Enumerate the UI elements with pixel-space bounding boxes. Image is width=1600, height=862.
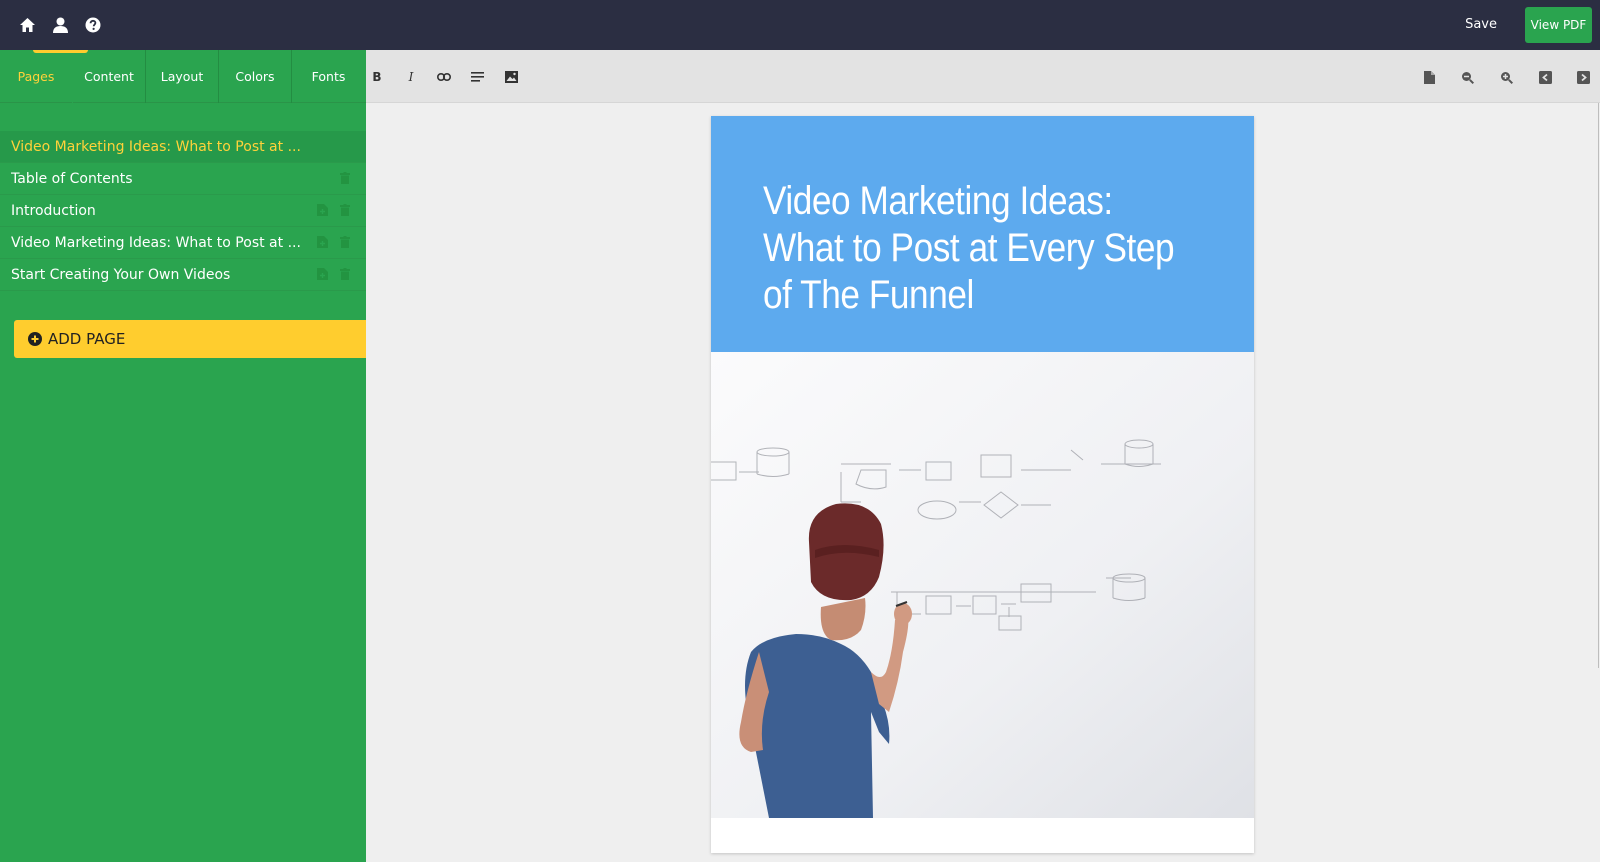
scrollbar[interactable] <box>1598 103 1599 668</box>
cover-title[interactable]: Video Marketing Ideas: What to Post at E… <box>763 178 1203 319</box>
trash-icon[interactable] <box>338 235 352 249</box>
page-list-item[interactable]: Table of Contents <box>0 163 366 195</box>
cover-image[interactable] <box>711 352 1254 818</box>
page-list-item-label: Video Marketing Ideas: What to Post at .… <box>11 138 301 155</box>
italic-button[interactable]: I <box>402 68 420 86</box>
page-list-item-label: Table of Contents <box>11 170 133 187</box>
trash-icon[interactable] <box>338 203 352 217</box>
page-list-item-label: Start Creating Your Own Videos <box>11 266 231 283</box>
sidebar: Pages Content Layout Colors Fonts Video … <box>0 50 366 862</box>
help-icon[interactable] <box>83 15 103 35</box>
sidebar-tabs: Pages Content Layout Colors Fonts <box>0 50 366 103</box>
top-bar: Save View PDF <box>0 0 1600 50</box>
save-button[interactable]: Save <box>1465 17 1497 32</box>
align-icon[interactable] <box>468 68 486 86</box>
page-list-item[interactable]: Introduction <box>0 195 366 227</box>
page-list-item[interactable]: Video Marketing Ideas: What to Post at .… <box>0 227 366 259</box>
cover-title-line: of The Funnel <box>763 273 974 317</box>
prev-page-icon[interactable] <box>1536 68 1554 86</box>
zoom-out-icon[interactable] <box>1458 68 1476 86</box>
plus-circle-icon <box>28 332 42 346</box>
add-page-button[interactable]: ADD PAGE <box>14 320 366 358</box>
trash-icon[interactable] <box>338 171 352 185</box>
cover-title-line: What to Post at Every Step <box>763 226 1175 270</box>
view-pdf-button[interactable]: View PDF <box>1525 7 1592 43</box>
page-list-item[interactable]: Start Creating Your Own Videos <box>0 259 366 291</box>
next-page-icon[interactable] <box>1574 68 1592 86</box>
home-icon[interactable] <box>17 15 37 35</box>
tab-layout[interactable]: Layout <box>146 50 219 103</box>
image-icon[interactable] <box>502 68 520 86</box>
duplicate-icon[interactable] <box>315 267 329 281</box>
zoom-in-icon[interactable] <box>1497 68 1515 86</box>
trash-icon[interactable] <box>338 267 352 281</box>
cover-title-line: Video Marketing Ideas: <box>763 179 1113 223</box>
editor-canvas: Video Marketing Ideas: What to Post at E… <box>366 103 1600 862</box>
bold-button[interactable]: B <box>368 68 386 86</box>
tab-fonts[interactable]: Fonts <box>292 50 365 103</box>
page-list-item-label: Video Marketing Ideas: What to Post at .… <box>11 234 301 251</box>
tab-content[interactable]: Content <box>73 50 146 103</box>
cover-title-band[interactable]: Video Marketing Ideas: What to Post at E… <box>711 116 1254 352</box>
add-page-label: ADD PAGE <box>48 330 126 348</box>
tab-pages[interactable]: Pages <box>0 50 88 103</box>
duplicate-icon[interactable] <box>315 203 329 217</box>
page-icon[interactable] <box>1420 68 1438 86</box>
duplicate-icon[interactable] <box>315 235 329 249</box>
tab-colors[interactable]: Colors <box>219 50 292 103</box>
editor-toolbar: B I <box>366 50 1600 103</box>
page-list-item-label: Introduction <box>11 202 96 219</box>
page-list: Video Marketing Ideas: What to Post at .… <box>0 131 366 291</box>
user-icon[interactable] <box>50 15 70 35</box>
page-list-item[interactable]: Video Marketing Ideas: What to Post at .… <box>0 131 366 163</box>
document-page[interactable]: Video Marketing Ideas: What to Post at E… <box>711 116 1254 853</box>
link-icon[interactable] <box>435 68 453 86</box>
